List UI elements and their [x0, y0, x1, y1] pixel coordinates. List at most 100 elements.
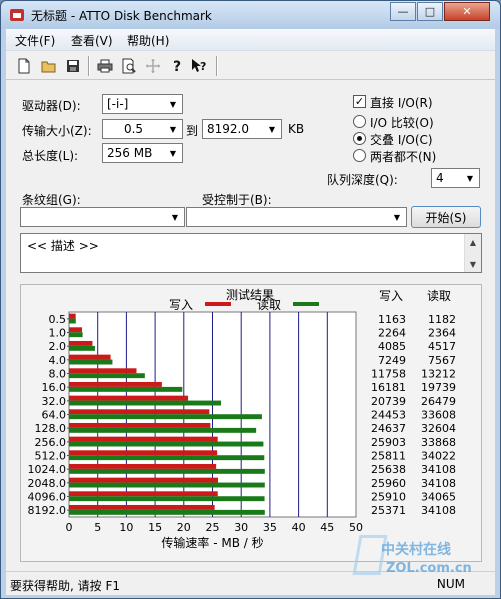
total-length-label: 总长度(L):	[22, 149, 79, 163]
y-tick-label: 128.0	[35, 422, 67, 435]
read-value: 7567	[428, 354, 456, 367]
watermark: 中关村在线 ZOL.com.cn	[352, 531, 472, 591]
x-tick-label: 0	[66, 521, 73, 534]
write-value: 4085	[378, 340, 406, 353]
maximize-icon: □	[424, 5, 436, 18]
read-bar	[69, 332, 83, 338]
save-button[interactable]	[64, 57, 82, 75]
help-button[interactable]: ?	[168, 57, 186, 75]
svg-text:?: ?	[173, 59, 181, 74]
write-value: 24637	[371, 422, 406, 435]
read-value: 34108	[421, 504, 456, 517]
legend-write-swatch	[205, 302, 231, 306]
title-bar[interactable]: 无标题 - ATTO Disk Benchmark — □ ✕	[1, 1, 500, 29]
open-button[interactable]	[40, 57, 58, 75]
print-preview-icon	[122, 58, 136, 74]
queue-depth-select[interactable]: 4 ▼	[431, 168, 480, 188]
read-column-header: 读取	[427, 289, 451, 303]
read-value: 34108	[421, 477, 456, 490]
write-value: 2264	[378, 327, 406, 340]
watermark-text-en: ZOL.com.cn	[386, 561, 472, 576]
description-textarea[interactable]: << 描述 >> ▲ ▼	[20, 233, 482, 273]
total-length-select[interactable]: 256 MB ▼	[102, 143, 183, 163]
y-tick-label: 16.0	[42, 381, 67, 394]
write-value: 11758	[371, 368, 406, 381]
scroll-down-icon[interactable]: ▼	[465, 256, 481, 272]
read-bar	[69, 386, 183, 392]
y-tick-label: 64.0	[42, 409, 67, 422]
move-icon	[146, 59, 160, 73]
write-column-header: 写入	[379, 289, 403, 303]
write-bar	[69, 327, 82, 333]
read-bar	[69, 482, 265, 488]
y-tick-label: 8192.0	[28, 504, 67, 517]
toolbar-separator	[88, 56, 90, 76]
write-bar	[69, 504, 215, 510]
y-tick-label: 1024.0	[28, 463, 67, 476]
io-compare-label: I/O 比较(O)	[370, 116, 434, 130]
menu-view[interactable]: 查看(V)	[71, 32, 113, 49]
read-value: 34065	[421, 491, 456, 504]
stripe-group-select[interactable]: ▼	[20, 207, 185, 227]
write-bar	[69, 436, 218, 442]
x-tick-label: 40	[292, 521, 306, 534]
write-value: 7249	[378, 354, 406, 367]
y-tick-label: 1.0	[49, 327, 67, 340]
read-bar	[69, 455, 265, 461]
controlled-by-select[interactable]: ▼	[186, 207, 407, 227]
drive-select[interactable]: [-i-] ▼	[102, 94, 183, 114]
transfer-to-select[interactable]: 8192.0 ▼	[202, 119, 282, 139]
direct-io-checkbox[interactable]: ✓	[353, 95, 366, 108]
read-value: 26479	[421, 395, 456, 408]
app-icon	[10, 9, 24, 21]
menu-help[interactable]: 帮助(H)	[127, 32, 169, 49]
print-preview-button[interactable]	[120, 57, 138, 75]
menu-bar: 文件(F) 查看(V) 帮助(H)	[6, 29, 495, 51]
menu-file[interactable]: 文件(F)	[15, 32, 55, 49]
x-tick-label: 45	[320, 521, 334, 534]
write-bar	[69, 463, 217, 469]
legend-read-swatch	[293, 302, 319, 306]
read-bar	[69, 400, 221, 406]
context-help-button[interactable]: ?	[190, 57, 208, 75]
io-compare-radio[interactable]	[353, 115, 366, 128]
read-value: 33608	[421, 409, 456, 422]
svg-text:?: ?	[200, 60, 206, 73]
x-axis-label: 传输速率 - MB / 秒	[161, 535, 263, 550]
toolbar-separator	[216, 56, 218, 76]
x-tick-label: 25	[206, 521, 220, 534]
chevron-down-icon: ▼	[169, 124, 177, 134]
new-file-button[interactable]	[15, 57, 33, 75]
overlap-io-radio[interactable]	[353, 132, 366, 145]
y-tick-label: 0.5	[49, 313, 67, 326]
write-bar	[69, 395, 189, 401]
close-button[interactable]: ✕	[444, 2, 490, 21]
print-button[interactable]	[96, 57, 114, 75]
minimize-button[interactable]: —	[390, 2, 416, 21]
write-bar	[69, 354, 111, 360]
transfer-size-label: 传输大小(Z):	[22, 124, 92, 138]
transfer-from-select[interactable]: 0.5 ▼	[102, 119, 183, 139]
y-tick-label: 256.0	[35, 436, 67, 449]
write-bar	[69, 381, 162, 387]
x-tick-label: 15	[148, 521, 162, 534]
read-bar	[69, 345, 95, 351]
move-button[interactable]	[144, 57, 162, 75]
read-bar	[69, 414, 262, 420]
scroll-up-icon[interactable]: ▲	[465, 234, 481, 250]
read-bar	[69, 468, 265, 474]
maximize-button[interactable]: □	[417, 2, 443, 21]
neither-radio[interactable]	[353, 149, 366, 162]
chevron-down-icon: ▼	[466, 173, 474, 183]
chevron-down-icon: ▼	[393, 212, 401, 222]
new-file-icon	[18, 58, 30, 74]
legend-write-label: 写入	[169, 298, 193, 312]
context-help-icon: ?	[192, 59, 206, 73]
description-scrollbar[interactable]: ▲ ▼	[464, 234, 481, 272]
client-area: 文件(F) 查看(V) 帮助(H) ? ? 驱动器(D): [-i-] ▼ 传输…	[6, 29, 495, 595]
x-tick-label: 30	[234, 521, 248, 534]
write-value: 24453	[371, 409, 406, 422]
write-bar	[69, 422, 211, 428]
x-tick-label: 35	[263, 521, 277, 534]
start-button[interactable]: 开始(S)	[411, 206, 481, 228]
